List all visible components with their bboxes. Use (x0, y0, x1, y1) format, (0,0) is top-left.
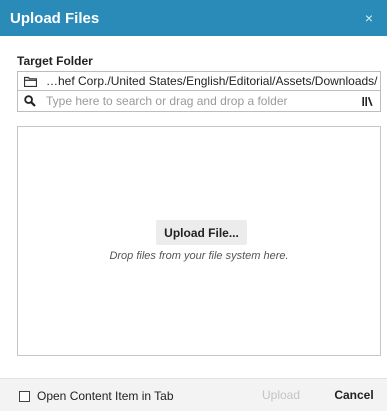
open-in-tab-checkbox[interactable] (19, 391, 30, 402)
drop-hint-text: Drop files from your file system here. (109, 250, 289, 262)
folder-icon (18, 72, 42, 90)
open-in-tab-label[interactable]: Open Content Item in Tab (37, 389, 174, 403)
upload-file-button[interactable]: Upload File... (156, 220, 247, 245)
file-drop-zone[interactable]: Upload File... Drop files from your file… (17, 126, 381, 356)
upload-button[interactable]: Upload (255, 383, 307, 407)
target-folder-label: Target Folder (17, 54, 93, 68)
folder-search-input[interactable] (42, 92, 356, 110)
library-browse-icon[interactable] (356, 92, 378, 110)
dialog-header: Upload Files × (0, 0, 387, 36)
dialog-title: Upload Files (10, 9, 100, 27)
close-icon[interactable]: × (361, 10, 377, 26)
target-folder-path-text: …hef Corp./United States/English/Editori… (46, 74, 378, 88)
target-folder-path[interactable]: …hef Corp./United States/English/Editori… (17, 71, 381, 91)
upload-files-dialog: Upload Files × Target Folder …hef Corp./… (0, 0, 387, 411)
search-icon (18, 92, 42, 110)
dialog-footer: Open Content Item in Tab Upload Cancel (0, 378, 387, 411)
cancel-button[interactable]: Cancel (327, 383, 381, 407)
folder-search (17, 91, 381, 112)
